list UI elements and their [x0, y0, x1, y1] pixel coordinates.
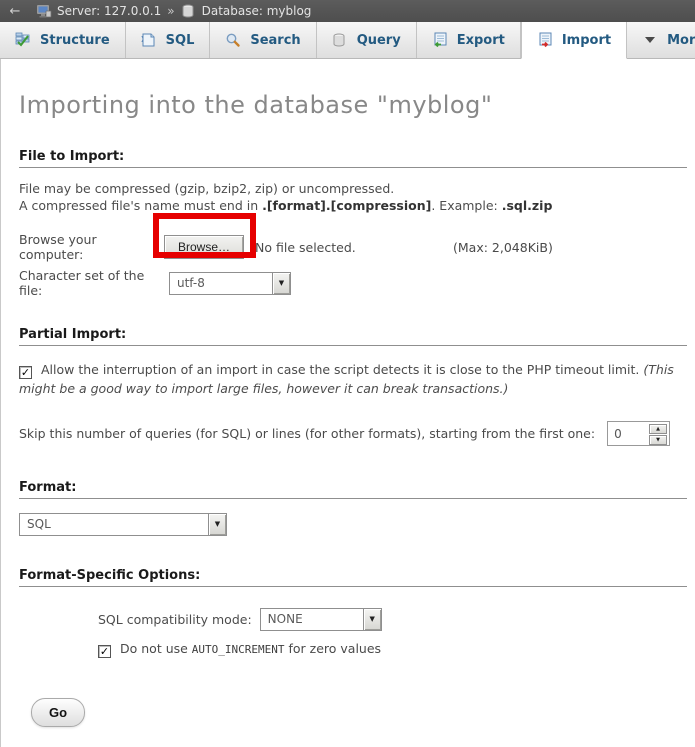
go-button[interactable]: Go: [31, 698, 85, 727]
tab-label: Search: [250, 33, 300, 48]
max-size-note: (Max: 2,048KiB): [453, 240, 553, 255]
tab-query[interactable]: Query: [317, 22, 417, 58]
section-format-specific-options: Format-Specific Options:: [19, 568, 687, 587]
allow-interrupt-text: Allow the interruption of an import in c…: [41, 362, 643, 377]
browse-label: Browse your computer:: [19, 232, 164, 262]
search-icon: [225, 32, 241, 48]
back-arrow-icon[interactable]: ←: [0, 4, 30, 19]
section-partial-import: Partial Import:: [19, 327, 687, 346]
section-file-to-import: File to Import:: [19, 149, 687, 168]
auto-increment-text-post: for zero values: [285, 641, 382, 656]
skip-queries-label: Skip this number of queries (for SQL) or…: [19, 426, 595, 441]
tab-structure[interactable]: Structure: [0, 22, 126, 58]
database-icon: [181, 3, 197, 19]
auto-increment-code: AUTO_INCREMENT: [192, 643, 285, 656]
server-icon: [36, 3, 52, 19]
file-import-description: File may be compressed (gzip, bzip2, zip…: [19, 181, 689, 214]
chevron-down-icon: [642, 32, 658, 48]
go-row: Go: [19, 698, 689, 727]
tab-bar: Structure SQL Search Query: [0, 22, 695, 59]
allow-interrupt-checkbox[interactable]: ✓: [19, 366, 32, 379]
tab-more[interactable]: More: [627, 22, 695, 58]
query-icon: [332, 32, 348, 48]
allow-interrupt-row: ✓ Allow the interruption of an import in …: [19, 360, 689, 399]
import-page: Importing into the database "myblog" Fil…: [0, 59, 695, 747]
format-select[interactable]: SQL ▼: [19, 513, 227, 536]
auto-increment-text-pre: Do not use: [120, 641, 192, 656]
section-format: Format:: [19, 480, 687, 499]
no-file-selected-text: No file selected.: [255, 240, 388, 255]
import-icon: [537, 32, 553, 48]
tab-label: SQL: [166, 33, 195, 48]
page-title: Importing into the database "myblog": [19, 59, 689, 149]
tab-export[interactable]: Export: [417, 22, 521, 58]
auto-increment-checkbox[interactable]: ✓: [98, 645, 111, 658]
tab-label: Export: [457, 33, 505, 48]
export-icon: [432, 32, 448, 48]
charset-row: Character set of the file: utf-8 ▼: [19, 271, 689, 295]
sql-icon: [141, 32, 157, 48]
sql-compatibility-row: SQL compatibility mode: NONE ▼: [98, 607, 689, 632]
sql-compatibility-dropdown-arrow-icon[interactable]: ▼: [363, 609, 381, 630]
charset-label: Character set of the file:: [19, 268, 169, 298]
format-dropdown-arrow-icon[interactable]: ▼: [208, 514, 226, 535]
stepper-down-icon[interactable]: ▼: [649, 435, 667, 445]
structure-icon: [15, 32, 31, 48]
format-select-row: SQL ▼: [19, 513, 689, 536]
compression-line: File may be compressed (gzip, bzip2, zip…: [19, 181, 689, 198]
charset-dropdown-arrow-icon[interactable]: ▼: [272, 273, 290, 294]
charset-selected-value: utf-8: [170, 273, 272, 294]
filename-format-line: A compressed file's name must end in .[f…: [19, 198, 689, 215]
breadcrumb-separator: »: [167, 4, 174, 18]
stepper-up-icon[interactable]: ▲: [649, 424, 667, 434]
tab-label: More: [667, 33, 695, 48]
browse-row: Browse your computer: Browse… No file se…: [19, 234, 689, 260]
browse-button[interactable]: Browse…: [164, 235, 244, 259]
tab-label: Structure: [40, 33, 110, 48]
format-selected-value: SQL: [20, 514, 208, 535]
tab-sql[interactable]: SQL: [126, 22, 211, 58]
tab-import[interactable]: Import: [521, 22, 627, 59]
auto-increment-row: ✓ Do not use AUTO_INCREMENT for zero valu…: [98, 641, 689, 658]
breadcrumb-server-label: Server: 127.0.0.1: [57, 4, 161, 18]
tab-label: Import: [562, 33, 611, 48]
skip-queries-value: 0: [610, 424, 649, 443]
charset-select[interactable]: utf-8 ▼: [169, 272, 291, 295]
breadcrumb-database-label: Database: myblog: [202, 4, 312, 18]
breadcrumb: ← Server: 127.0.0.1 » Database: myblog: [0, 0, 695, 22]
sql-compatibility-select[interactable]: NONE ▼: [260, 608, 382, 631]
breadcrumb-server[interactable]: Server: 127.0.0.1: [36, 3, 161, 19]
breadcrumb-database[interactable]: Database: myblog: [181, 3, 312, 19]
skip-queries-stepper[interactable]: 0 ▲ ▼: [607, 421, 670, 446]
sql-compatibility-selected-value: NONE: [261, 609, 363, 630]
skip-queries-row: Skip this number of queries (for SQL) or…: [19, 420, 689, 448]
sql-compatibility-label: SQL compatibility mode:: [98, 612, 252, 627]
tab-search[interactable]: Search: [210, 22, 316, 58]
tab-label: Query: [357, 33, 401, 48]
